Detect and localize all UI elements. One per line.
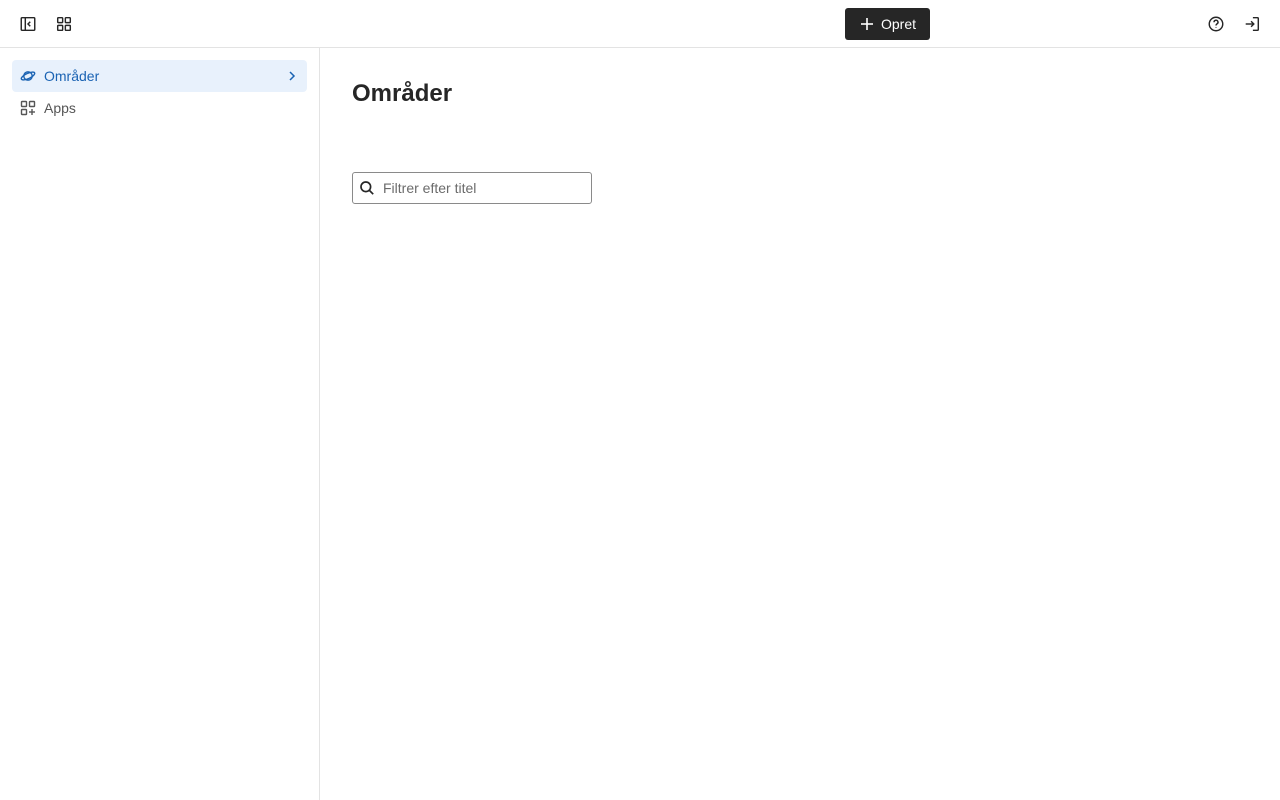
sidebar-item-omraader[interactable]: Områder xyxy=(12,60,307,92)
main-content: Områder xyxy=(321,48,1280,800)
sidebar-toggle-button[interactable] xyxy=(12,8,44,40)
filter-box xyxy=(352,172,592,204)
plus-icon xyxy=(860,18,873,30)
grid-icon xyxy=(56,16,72,32)
login-button[interactable] xyxy=(1236,8,1268,40)
sidebar-item-apps[interactable]: Apps xyxy=(12,92,307,124)
create-button-label: Opret xyxy=(880,16,916,32)
sidebar: Områder Apps xyxy=(0,48,320,800)
help-button[interactable] xyxy=(1200,8,1232,40)
top-bar: Opret xyxy=(0,0,1280,48)
apps-add-icon xyxy=(20,100,36,116)
planet-icon xyxy=(20,68,36,84)
apps-grid-button[interactable] xyxy=(48,8,80,40)
sidebar-item-label: Apps xyxy=(44,100,76,116)
login-icon xyxy=(1245,16,1260,32)
sidebar-item-label: Områder xyxy=(44,68,100,84)
filter-input[interactable] xyxy=(383,173,588,203)
chevron-right-icon xyxy=(285,69,299,83)
search-icon xyxy=(360,181,374,195)
page-title: Områder xyxy=(352,80,453,107)
help-circle-icon xyxy=(1208,16,1224,32)
create-button[interactable]: Opret xyxy=(845,8,930,40)
sidebar-collapse-icon xyxy=(20,16,36,32)
